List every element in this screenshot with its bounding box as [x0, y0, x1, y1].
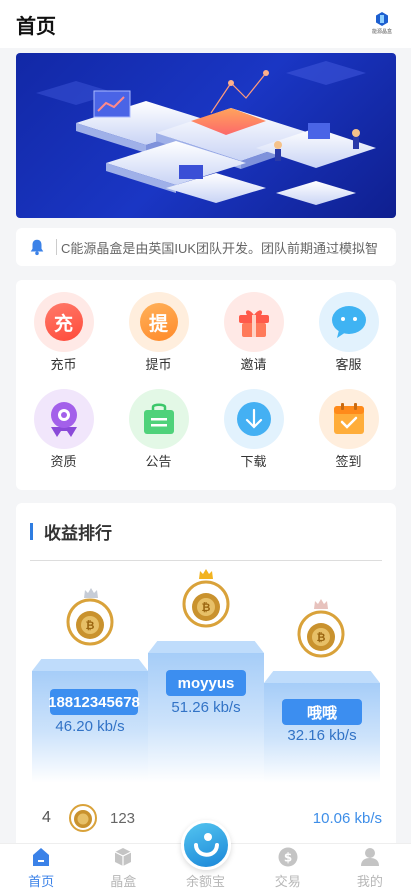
svg-text:₿: ₿: [202, 601, 211, 614]
svg-text:₿: ₿: [317, 631, 326, 644]
avatar-medal-first: ₿: [182, 580, 230, 628]
tab-profile[interactable]: 我的: [329, 844, 411, 893]
page-title: 首页: [16, 15, 56, 38]
cube-icon: [115, 848, 132, 866]
download-icon: [223, 389, 284, 449]
bag-icon: [128, 389, 189, 449]
download-shape: [236, 402, 271, 436]
avatar-medal-icon: [69, 804, 97, 832]
first-place-speed: 51.26 kb/s: [171, 699, 241, 716]
avatar-medal-third: ₿: [297, 610, 345, 658]
avatar-medal-second: ₿: [66, 598, 114, 646]
earnings-ranking-card: 收益排行 ₿ 18812345678 46.20 kb/s ₿ moyyus 5…: [16, 503, 396, 843]
logo-icon: [376, 12, 388, 26]
gift-box-shape: [238, 310, 269, 337]
svg-text:₿: ₿: [86, 619, 95, 632]
notice-bar[interactable]: C能源晶盒是由英国IUK团队开发。团队前期通过模拟智: [16, 228, 396, 266]
banner-isometric-image: [36, 61, 376, 205]
second-place-name: 18812345678: [48, 689, 140, 715]
rank-number: 4: [42, 809, 51, 826]
home-icon: [33, 848, 50, 866]
title-accent-bar: [30, 523, 33, 540]
grid-item-label: 公告: [145, 454, 172, 469]
first-place-name: moyyus: [166, 670, 246, 696]
second-place-speed: 46.20 kb/s: [55, 718, 125, 735]
bell-icon: [30, 239, 44, 256]
tab-label: 首页: [28, 874, 55, 889]
grid-item-announcement[interactable]: 公告: [111, 389, 206, 486]
notice-divider: [56, 239, 57, 255]
ranking-header: 收益排行: [30, 503, 382, 561]
ranking-title: 收益排行: [44, 524, 112, 543]
center-wallet-button[interactable]: [181, 820, 231, 870]
grid-item-label: 下载: [240, 454, 267, 469]
rank-speed: 10.06 kb/s: [312, 809, 382, 827]
app-logo[interactable]: 能源晶盒: [371, 12, 393, 36]
grid-item-label: 客服: [335, 357, 362, 372]
center-logo-icon: [194, 833, 219, 857]
notice-text: C能源晶盒是由英国IUK团队开发。团队前期通过模拟智: [61, 240, 379, 256]
grid-item-label: 签到: [335, 454, 362, 469]
tab-trade[interactable]: $ 交易: [247, 844, 329, 893]
user-icon: [360, 848, 379, 866]
grid-item-checkin[interactable]: 签到: [301, 389, 396, 486]
chat-bubble-shape: [331, 306, 366, 338]
logo-text: 能源晶盒: [371, 29, 392, 35]
bag-shape: [143, 403, 174, 434]
tab-label: 交易: [274, 874, 301, 889]
grid-item-label: 提币: [145, 357, 172, 372]
grid-item-invite[interactable]: 邀请: [206, 292, 301, 389]
grid-item-withdraw[interactable]: 提 提币: [111, 292, 206, 389]
svg-text:$: $: [284, 851, 292, 865]
tab-box[interactable]: 晶盒: [82, 844, 164, 893]
third-place-name: 哦哦: [282, 699, 362, 725]
grid-item-download[interactable]: 下载: [206, 389, 301, 486]
grid-item-label: 充币: [50, 357, 77, 372]
gift-icon: [223, 292, 284, 352]
dollar-icon: $: [278, 847, 298, 867]
chat-icon: [318, 292, 379, 352]
quick-actions-grid: 充 充币 提 提币 邀请 客服 资质 公告 下载 签到: [16, 280, 396, 490]
tab-home[interactable]: 首页: [0, 844, 82, 893]
grid-item-label: 邀请: [240, 357, 267, 372]
grid-item-recharge[interactable]: 充 充币: [16, 292, 111, 389]
grid-item-label: 资质: [50, 454, 77, 469]
bronze-crown-icon: [314, 599, 328, 609]
withdraw-icon: 提: [128, 292, 189, 352]
grid-item-service[interactable]: 客服: [301, 292, 396, 389]
calendar-shape: [333, 403, 364, 434]
grid-item-qualification[interactable]: 资质: [16, 389, 111, 486]
tab-label: 我的: [356, 874, 383, 889]
header: 首页 能源晶盒: [0, 0, 411, 48]
tab-label: 晶盒: [110, 874, 137, 889]
ranking-podium: ₿ 18812345678 46.20 kb/s ₿ moyyus 51.26 …: [32, 563, 380, 783]
calendar-check-icon: [318, 389, 379, 449]
tab-label: 余额宝: [186, 874, 226, 889]
medal-shape: [50, 402, 77, 437]
banner-illustration[interactable]: [16, 53, 396, 218]
third-place-speed: 32.16 kb/s: [287, 727, 357, 744]
medal-icon: [33, 389, 94, 449]
recharge-icon: 充: [33, 292, 94, 352]
gold-crown-icon: [199, 569, 213, 579]
